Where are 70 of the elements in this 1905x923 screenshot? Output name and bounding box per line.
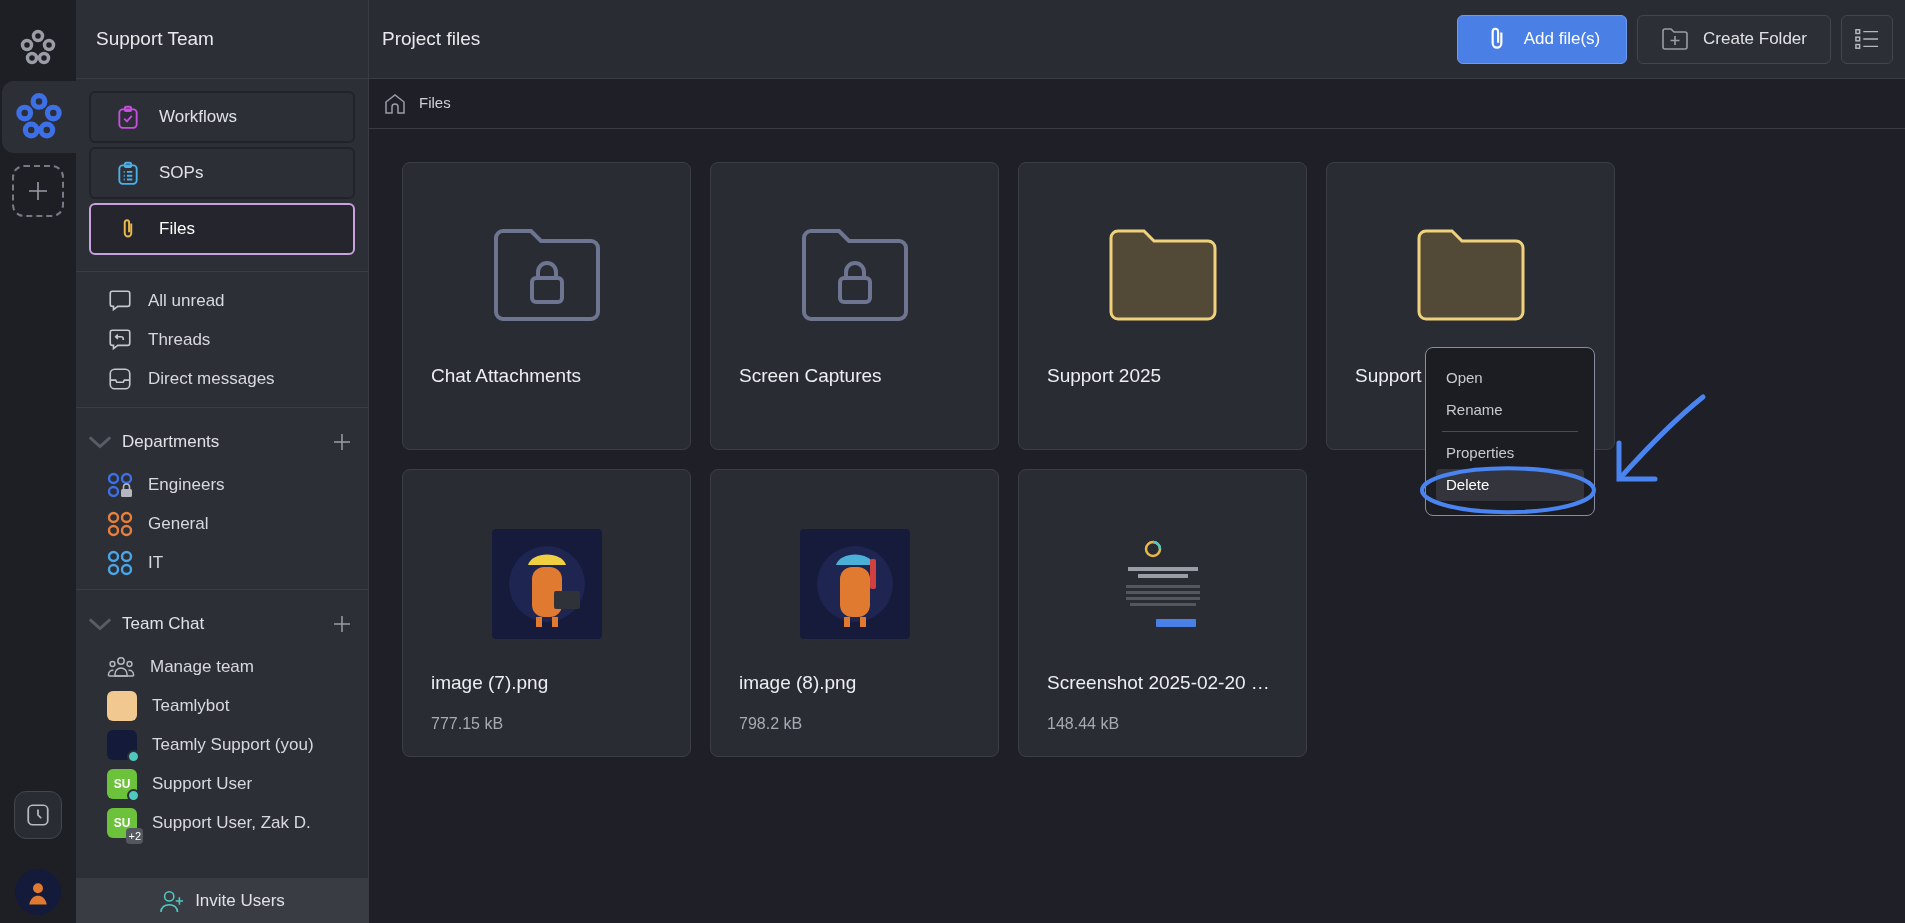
user-avatar <box>107 690 137 721</box>
sidebar-tool-item[interactable]: SOPs <box>89 147 355 199</box>
section-title: Team Chat <box>122 613 206 636</box>
breadcrumb-link[interactable]: Files <box>419 92 451 115</box>
plus-icon <box>26 179 50 203</box>
sidebar-link[interactable]: Direct messages <box>148 365 275 392</box>
people-icon <box>107 654 135 679</box>
sidebar-link[interactable]: Support User, Zak D. <box>152 809 311 836</box>
file-name: image (8).png <box>739 671 857 695</box>
folder-icon <box>1107 227 1218 324</box>
locked-folder-icon <box>799 227 910 324</box>
clipboard-check-icon <box>115 104 141 130</box>
sidebar-link[interactable]: IT <box>148 549 164 576</box>
invite-users-button[interactable]: Invite Users <box>76 878 368 923</box>
add-folder-icon <box>1661 27 1690 51</box>
home-icon[interactable] <box>383 91 407 116</box>
file-card[interactable]: image (7).png 777.15 kB <box>402 469 691 757</box>
sidebar-tool-item[interactable]: Files <box>89 203 355 255</box>
add-workspace-button[interactable] <box>12 165 64 217</box>
add-button[interactable] <box>332 432 352 452</box>
sidebar-link[interactable]: Manage team <box>150 653 254 680</box>
sidebar-link[interactable]: General <box>148 510 209 537</box>
member-count-badge: +2 <box>126 827 143 844</box>
file-name: Support 2025 <box>1047 364 1162 388</box>
workspace-title: Support Team <box>96 26 214 51</box>
sidebar-link[interactable]: Teamlybot <box>152 692 230 719</box>
sidebar-link[interactable]: Teamly Support (you) <box>152 731 314 758</box>
file-name: Screenshot 2025-02-20 … <box>1047 671 1270 695</box>
sidebar-link[interactable]: Threads <box>148 326 211 353</box>
add-files-button[interactable]: Add file(s) <box>1457 14 1627 64</box>
chevron-icon <box>87 616 113 632</box>
plus-icon <box>332 614 352 634</box>
sidebar-tool-item[interactable]: Workflows <box>89 91 355 143</box>
user-avatar[interactable] <box>15 869 61 915</box>
sidebar-link[interactable]: Engineers <box>148 471 225 498</box>
file-name: Support <box>1355 364 1422 388</box>
clock-icon <box>25 802 51 828</box>
menu-item[interactable]: Open <box>1436 362 1584 394</box>
locked-folder-icon <box>491 227 602 324</box>
workspace-button[interactable] <box>2 81 76 153</box>
menu-item[interactable]: Rename <box>1436 394 1584 426</box>
file-size: 148.44 kB <box>1047 713 1121 734</box>
plus-icon <box>332 432 352 452</box>
user-avatar <box>107 729 137 760</box>
create-folder-button[interactable]: Create Folder <box>1637 14 1831 64</box>
reply-bubble-icon <box>107 326 133 353</box>
sidebar-link[interactable]: Support User <box>152 770 253 797</box>
inbox-icon <box>107 365 133 392</box>
speech-bubble-icon <box>107 287 133 314</box>
file-card[interactable]: Screenshot 2025-02-20 … 148.44 kB <box>1018 469 1307 757</box>
add-user-icon <box>159 888 186 913</box>
file-card[interactable]: image (8).png 798.2 kB <box>710 469 999 757</box>
section-title: Departments <box>122 431 221 454</box>
file-size: 798.2 kB <box>739 713 804 734</box>
file-name: image (7).png <box>431 671 549 695</box>
file-name: Chat Attachments <box>431 364 581 388</box>
history-button[interactable] <box>14 791 62 839</box>
page-title: Project files <box>382 26 482 51</box>
file-card[interactable]: Chat Attachments <box>402 162 691 450</box>
list-view-icon <box>1855 28 1879 50</box>
add-button[interactable] <box>332 614 352 634</box>
list-view-button[interactable] <box>1841 14 1893 64</box>
file-card[interactable]: Screen Captures <box>710 162 999 450</box>
folder-icon <box>1415 227 1526 324</box>
sidebar-link[interactable]: All unread <box>148 287 225 314</box>
clipboard-list-icon <box>115 160 141 186</box>
file-name: Screen Captures <box>739 364 882 388</box>
chevron-icon <box>87 434 113 450</box>
file-card[interactable]: Support 2025 <box>1018 162 1307 450</box>
file-size: 777.15 kB <box>431 713 505 734</box>
